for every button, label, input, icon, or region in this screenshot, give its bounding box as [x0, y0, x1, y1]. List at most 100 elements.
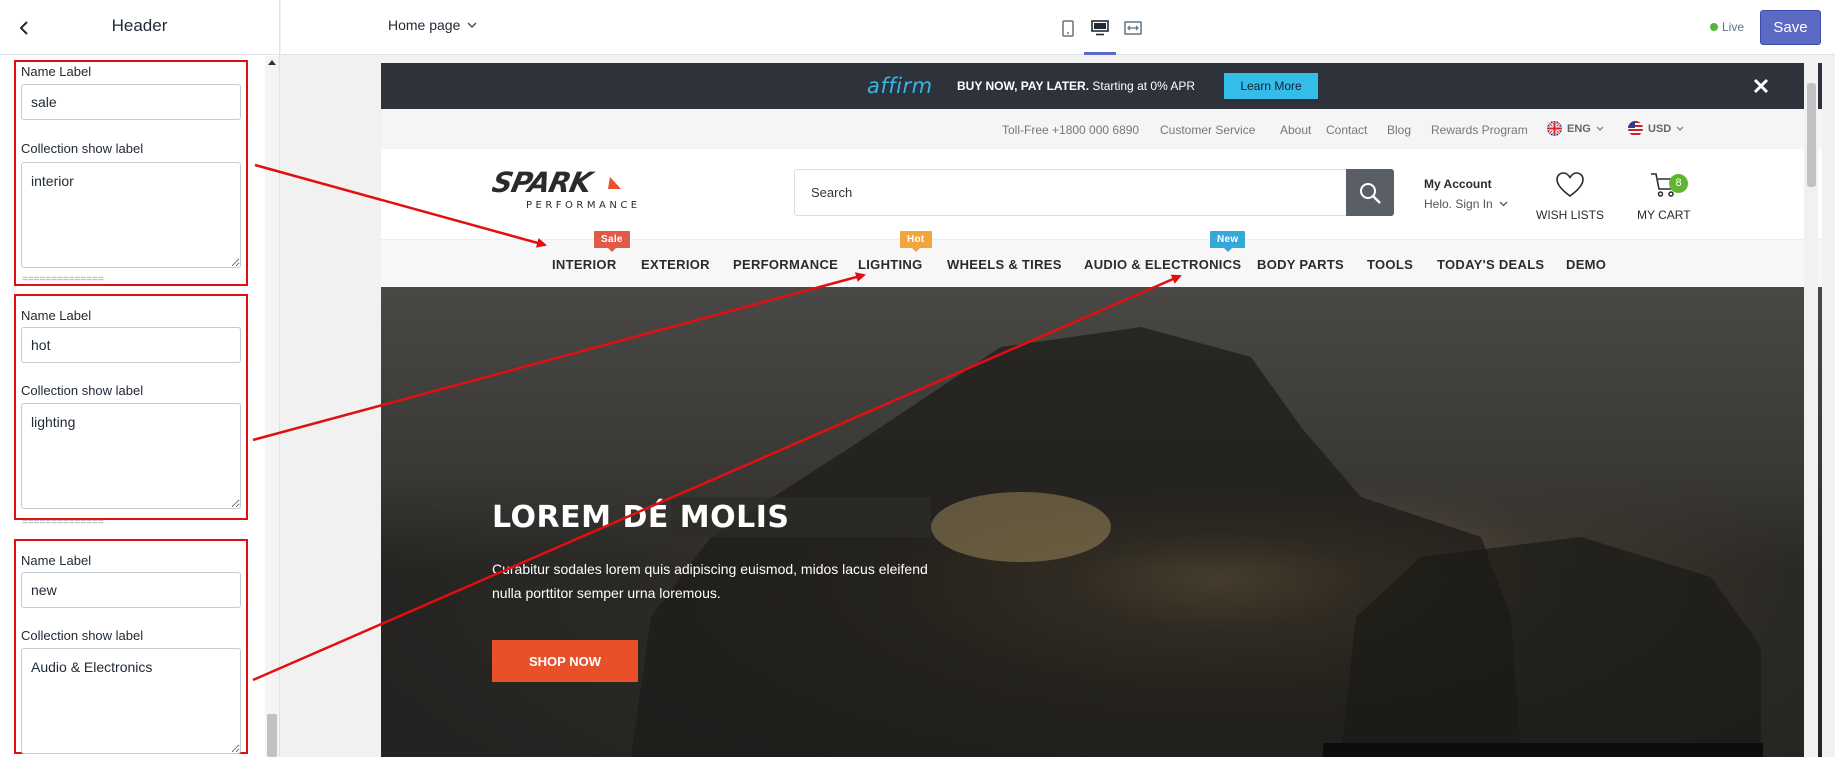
wishlist-button[interactable]: WISH LISTS — [1536, 171, 1604, 222]
sidebar-header: Header — [0, 0, 279, 55]
nav-item-lighting[interactable]: LIGHTING Hot — [858, 231, 932, 272]
hero-title: LOREM DÉ MOLIS — [492, 500, 790, 535]
new-badge-text: New — [1217, 234, 1239, 245]
nav-item-label: AUDIO & ELECTRONICS — [1084, 257, 1242, 272]
save-button[interactable]: Save — [1760, 10, 1821, 45]
nav-item-label: INTERIOR — [552, 257, 617, 272]
name-label-title: Name Label — [21, 553, 92, 568]
main-header: SPARK PERFORMANCE My Account Helo. Sign … — [381, 149, 1822, 239]
search-icon — [1360, 182, 1381, 204]
nav-item-wheels-tires[interactable]: WHEELS & TIRES — [947, 257, 1062, 272]
expand-horizontal-icon — [1124, 21, 1142, 35]
shop-now-button[interactable]: SHOP NOW — [492, 640, 638, 682]
nav-item-todays-deals[interactable]: TODAY'S DEALS — [1437, 257, 1544, 272]
customer-service-link[interactable]: Customer Service — [1160, 123, 1255, 137]
nav-item-audio-electronics[interactable]: AUDIO & ELECTRONICS New — [1084, 231, 1246, 272]
scrollbar-thumb[interactable] — [267, 714, 277, 757]
promo-subtext: Starting at 0% APR — [1092, 79, 1196, 93]
sale-badge: Sale — [594, 231, 630, 252]
spark-performance-logo[interactable]: SPARK PERFORMANCE — [492, 167, 667, 212]
account-title: My Account — [1424, 177, 1492, 191]
promo-bar: affirm BUY NOW, PAY LATER. Starting at 0… — [381, 63, 1822, 109]
currency-label: USD — [1648, 122, 1672, 135]
chevron-down-icon — [1499, 201, 1508, 207]
wishlist-label: WISH LISTS — [1536, 208, 1605, 222]
sidebar-scrollbar[interactable] — [265, 56, 279, 757]
contact-link[interactable]: Contact — [1326, 123, 1367, 137]
sale-badge-text: Sale — [601, 234, 623, 245]
close-icon[interactable] — [1750, 75, 1772, 97]
chevron-down-icon — [1596, 126, 1604, 131]
desktop-view-button[interactable] — [1086, 14, 1114, 42]
editor-topbar: Home page Live Save — [281, 0, 1835, 55]
page-selector-label: Home page — [388, 17, 461, 33]
rewards-program-link[interactable]: Rewards Program — [1431, 123, 1528, 137]
uk-flag-icon — [1547, 121, 1562, 136]
language-selector[interactable]: ENG — [1547, 121, 1604, 136]
sign-in-link[interactable]: Helo. Sign In — [1424, 197, 1493, 211]
us-flag-icon — [1628, 121, 1643, 136]
preview-scrollbar[interactable] — [1804, 63, 1818, 757]
search-input[interactable] — [794, 169, 1394, 216]
nav-item-exterior[interactable]: EXTERIOR — [641, 257, 710, 272]
mobile-view-button[interactable] — [1054, 14, 1082, 42]
main-navigation: INTERIOR Sale EXTERIOR PERFORMANCE LIGHT… — [381, 231, 1822, 287]
hero-bottom-strip — [1323, 743, 1763, 757]
settings-sidebar: Header Name Label Collection show label … — [0, 0, 280, 757]
active-view-indicator — [1084, 52, 1116, 55]
heart-icon — [1556, 172, 1584, 197]
scroll-up-arrow-icon[interactable] — [268, 60, 276, 65]
sidebar-body: Name Label Collection show label interio… — [0, 56, 264, 757]
collection-label-title: Collection show label — [21, 628, 144, 643]
live-status: Live — [1709, 20, 1744, 34]
nav-item-body-parts[interactable]: BODY PARTS — [1257, 257, 1344, 272]
collection-label-textarea[interactable]: interior — [21, 162, 241, 268]
account-menu[interactable]: My Account Helo. Sign In — [1424, 177, 1508, 211]
sidebar-title: Header — [111, 16, 168, 35]
chevron-down-icon — [467, 21, 477, 28]
fullwidth-view-button[interactable] — [1119, 14, 1147, 42]
name-label-input[interactable] — [21, 327, 241, 363]
label-group-hot: Name Label Collection show label lightin… — [14, 294, 248, 520]
nav-item-tools[interactable]: TOOLS — [1367, 257, 1413, 272]
live-dot-icon — [1709, 23, 1718, 31]
nav-item-interior[interactable]: INTERIOR Sale — [552, 231, 630, 272]
blog-link[interactable]: Blog — [1387, 123, 1411, 137]
name-label-input[interactable] — [21, 84, 241, 120]
chevron-down-icon — [1676, 126, 1684, 131]
collection-label-textarea[interactable]: lighting — [21, 403, 241, 509]
separator-text: ============== — [22, 274, 104, 285]
cart-count-badge: 8 — [1669, 174, 1688, 193]
desktop-icon — [1091, 20, 1109, 36]
collection-label-title: Collection show label — [21, 141, 144, 156]
collection-label-textarea[interactable]: Audio & Electronics — [21, 648, 241, 754]
promo-headline: BUY NOW, PAY LATER. — [957, 79, 1090, 93]
logo-main-text: SPARK — [492, 167, 597, 199]
nav-item-label: LIGHTING — [858, 257, 923, 272]
affirm-logo: affirm — [867, 74, 933, 98]
phone-number: Toll-Free +1800 000 6890 — [1002, 123, 1140, 137]
hero-text: Curabitur sodales lorem quis adipiscing … — [492, 561, 928, 601]
search-button[interactable] — [1346, 169, 1394, 216]
store-preview: affirm BUY NOW, PAY LATER. Starting at 0… — [381, 63, 1822, 757]
promo-text: BUY NOW, PAY LATER. Starting at 0% APR — [957, 79, 1195, 93]
live-label: Live — [1721, 20, 1744, 34]
nav-item-demo[interactable]: DEMO — [1566, 257, 1606, 272]
collection-label-title: Collection show label — [21, 383, 144, 398]
cart-label: MY CART — [1637, 208, 1691, 222]
page-selector[interactable]: Home page — [388, 17, 477, 33]
label-group-sale: Name Label Collection show label interio… — [14, 60, 248, 286]
preview-scrollbar-thumb[interactable] — [1807, 83, 1816, 187]
logo-sub-text: PERFORMANCE — [526, 200, 641, 211]
learn-more-button[interactable]: Learn More — [1224, 73, 1318, 99]
name-label-input[interactable] — [21, 572, 241, 608]
name-label-title: Name Label — [21, 308, 92, 323]
nav-item-performance[interactable]: PERFORMANCE — [733, 257, 838, 272]
about-link[interactable]: About — [1280, 123, 1311, 137]
new-badge: New — [1210, 231, 1246, 252]
mobile-icon — [1062, 19, 1074, 37]
currency-selector[interactable]: USD — [1628, 121, 1684, 136]
theme-editor: Header Name Label Collection show label … — [0, 0, 1835, 757]
language-label: ENG — [1567, 122, 1591, 135]
utility-bar: Toll-Free +1800 000 6890 Customer Servic… — [381, 109, 1822, 149]
